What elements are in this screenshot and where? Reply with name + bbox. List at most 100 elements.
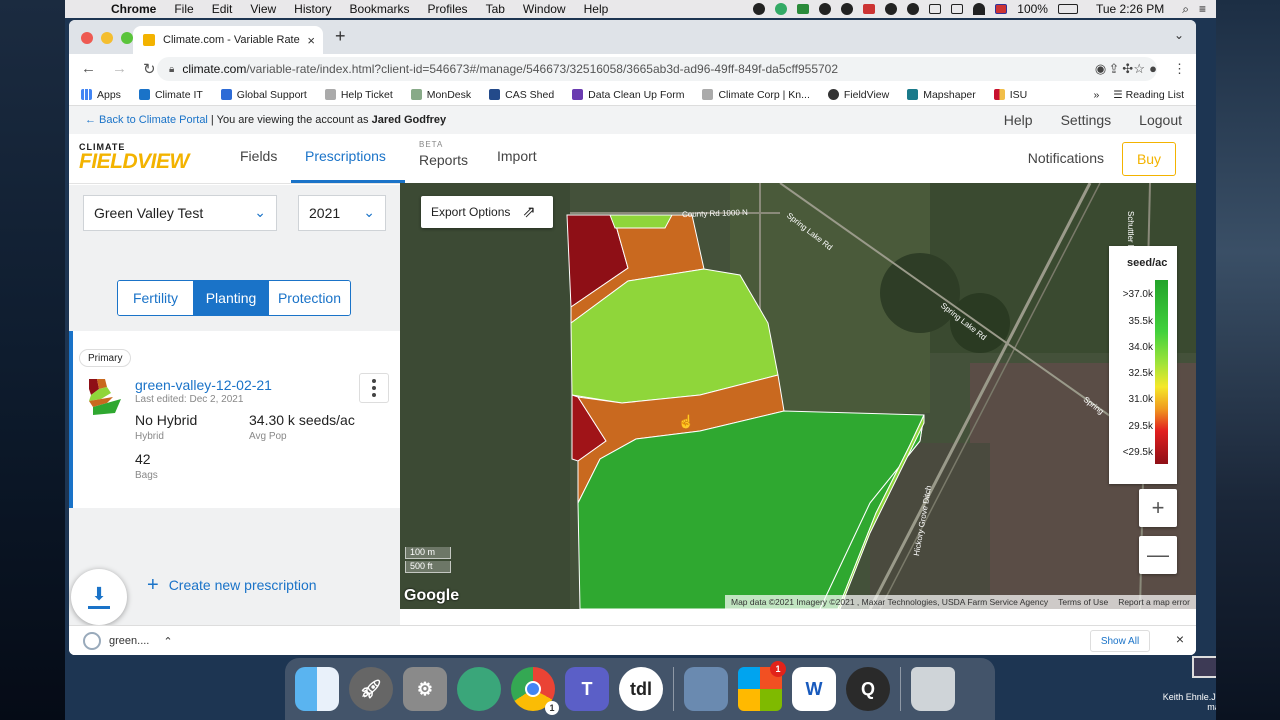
menu-history[interactable]: History xyxy=(294,2,331,16)
more-options-button[interactable] xyxy=(359,373,389,403)
minimize-window-button[interactable] xyxy=(101,32,113,44)
close-tab-icon[interactable]: × xyxy=(307,33,315,48)
extension-circle-icon[interactable]: ◉ xyxy=(1095,61,1106,77)
download-item[interactable]: green.... ⌃ xyxy=(83,632,173,650)
show-all-button[interactable]: Show All xyxy=(1090,630,1150,652)
back-to-portal-link[interactable]: ← Back to Climate Portal xyxy=(85,114,208,126)
puzzle-icon[interactable]: ✣ xyxy=(1122,61,1133,77)
spotlight-icon[interactable]: ⌕ xyxy=(1182,2,1189,17)
wifi-icon[interactable] xyxy=(973,3,986,15)
field-select[interactable]: Green Valley Test ⌄ xyxy=(83,195,277,231)
bookmark-apps[interactable]: Apps xyxy=(81,89,121,101)
bookmark-climate-it[interactable]: Climate IT xyxy=(138,89,203,101)
export-options-button[interactable]: Export Options ⇗ xyxy=(421,196,553,228)
satellite-map[interactable]: County Rd 1000 N Spring Lake Rd Spring L… xyxy=(400,183,1196,609)
control-center-icon[interactable]: ≡ xyxy=(1199,2,1206,16)
lock-icon[interactable]: 🔒︎ xyxy=(169,64,174,75)
year-select[interactable]: 2021 ⌄ xyxy=(298,195,386,231)
launchpad-icon[interactable]: 🚀︎ xyxy=(349,667,393,711)
bookmark-isu[interactable]: ISU xyxy=(993,89,1027,101)
bookmark-mapshaper[interactable]: Mapshaper xyxy=(907,89,976,101)
wheel-icon[interactable] xyxy=(885,3,898,15)
trash-icon[interactable] xyxy=(911,667,955,711)
create-prescription-link[interactable]: + Create new prescription xyxy=(147,575,317,595)
finder-icon[interactable] xyxy=(295,667,339,711)
back-icon[interactable]: ← xyxy=(81,60,96,78)
help-link[interactable]: Help xyxy=(1004,112,1033,128)
buy-button[interactable]: Buy xyxy=(1122,142,1176,176)
bookmark-help-ticket[interactable]: Help Ticket xyxy=(324,89,393,101)
globe-icon[interactable] xyxy=(775,3,788,15)
profile-icon[interactable]: ● xyxy=(1149,61,1157,77)
menu-view[interactable]: View xyxy=(250,2,276,16)
battery-icon[interactable] xyxy=(1057,4,1078,14)
bookmark-cas-shed[interactable]: CAS Shed xyxy=(489,89,554,101)
zoom-in-button[interactable]: + xyxy=(1139,489,1177,527)
forward-icon[interactable]: → xyxy=(112,60,127,78)
browser-tab[interactable]: Climate.com - Variable Rate × xyxy=(133,26,323,54)
bookmark-fieldview[interactable]: FieldView xyxy=(827,89,889,101)
menu-help[interactable]: Help xyxy=(584,2,609,16)
word-icon[interactable]: W xyxy=(792,667,836,711)
chrome-icon[interactable]: 1 xyxy=(511,667,559,715)
quicktime-icon[interactable]: Q xyxy=(846,667,890,711)
green-app-icon[interactable] xyxy=(797,4,810,14)
tab-protection[interactable]: Protection xyxy=(268,281,350,315)
close-downloads-icon[interactable]: × xyxy=(1176,631,1184,647)
notifications-link[interactable]: Notifications xyxy=(1028,150,1104,166)
key-icon[interactable] xyxy=(907,3,920,15)
menu-edit[interactable]: Edit xyxy=(212,2,233,16)
terms-link[interactable]: Terms of Use xyxy=(1058,597,1108,607)
chevron-up-icon[interactable]: ⌃ xyxy=(163,635,172,648)
address-bar[interactable]: 🔒︎ climate.com /variable-rate/index.html… xyxy=(157,57,1157,81)
nav-fields[interactable]: Fields xyxy=(240,148,277,164)
desktop-file[interactable]: Keith Ehnle.J2 fvp planting map xyxy=(1161,656,1216,712)
bookmark-mondesk[interactable]: MonDesk xyxy=(410,89,471,101)
reading-list[interactable]: ☰ Reading List xyxy=(1113,89,1184,101)
logout-link[interactable]: Logout xyxy=(1139,112,1182,128)
tab-planting[interactable]: Planting xyxy=(193,281,268,315)
system-preferences-icon[interactable]: ⚙ xyxy=(403,667,447,711)
menu-app[interactable]: Chrome xyxy=(111,2,156,16)
tab-fertility[interactable]: Fertility xyxy=(118,281,193,315)
zoom-out-button[interactable]: — xyxy=(1139,536,1177,574)
reload-icon[interactable]: ↻ xyxy=(143,60,156,78)
download-floating-button[interactable]: ⬇ xyxy=(71,569,127,625)
bookmark-data-clean-up[interactable]: Data Clean Up Form xyxy=(572,89,684,101)
tab-search-icon[interactable]: ⌄ xyxy=(1174,28,1184,42)
shield-icon[interactable] xyxy=(863,4,876,14)
new-tab-icon[interactable]: + xyxy=(335,26,346,47)
bookmark-global-support[interactable]: Global Support xyxy=(220,89,307,101)
more-bookmarks-icon[interactable]: » xyxy=(1093,89,1099,101)
clock-text[interactable]: Tue 2:26 PM xyxy=(1096,2,1164,16)
microsoft-office-icon[interactable]: 1 xyxy=(738,661,786,711)
preview-icon[interactable] xyxy=(684,667,728,711)
menu-dots-icon[interactable]: ⋮ xyxy=(1173,61,1186,77)
map-canvas[interactable] xyxy=(400,183,1196,609)
record-icon[interactable] xyxy=(753,3,766,15)
menu-profiles[interactable]: Profiles xyxy=(428,2,468,16)
tdl-icon[interactable]: tdl xyxy=(619,667,663,711)
clock-icon[interactable] xyxy=(819,3,832,15)
fieldview-logo[interactable]: CLIMATE FIELDVIEW xyxy=(79,142,214,176)
gear-icon[interactable] xyxy=(841,3,854,15)
nav-import[interactable]: Import xyxy=(497,148,537,164)
menu-window[interactable]: Window xyxy=(523,2,566,16)
zoom-window-button[interactable] xyxy=(121,32,133,44)
menu-bookmarks[interactable]: Bookmarks xyxy=(350,2,410,16)
nav-prescriptions[interactable]: Prescriptions xyxy=(305,148,386,164)
prescription-name-link[interactable]: green-valley-12-02-21 xyxy=(135,377,272,393)
message-icon[interactable] xyxy=(929,4,942,14)
report-error-link[interactable]: Report a map error xyxy=(1118,597,1190,607)
nav-reports[interactable]: Reports xyxy=(419,152,468,168)
menu-tab[interactable]: Tab xyxy=(486,2,505,16)
bookmark-climate-corp[interactable]: Climate Corp | Kn... xyxy=(702,89,810,101)
airplay-icon[interactable] xyxy=(951,4,964,14)
teams-icon[interactable]: T xyxy=(565,667,609,711)
globalprotect-icon[interactable] xyxy=(457,667,501,711)
flag-icon[interactable] xyxy=(995,4,1008,14)
settings-link[interactable]: Settings xyxy=(1061,112,1112,128)
menu-file[interactable]: File xyxy=(174,2,193,16)
prescription-card[interactable]: Primary green-valley-12-02-21 Last edite… xyxy=(69,331,400,508)
close-window-button[interactable] xyxy=(81,32,93,44)
